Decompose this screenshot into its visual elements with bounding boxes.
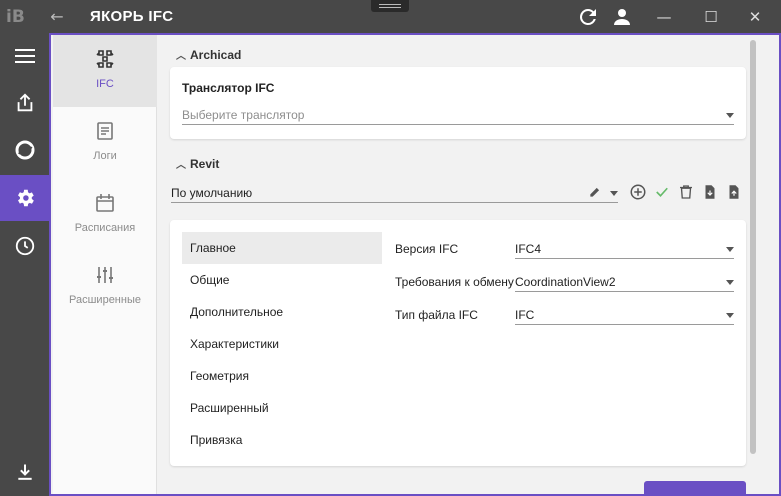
ifc-icon: [96, 50, 114, 68]
primary-action-button[interactable]: [644, 481, 746, 496]
chevron-down-icon: [726, 113, 734, 118]
pencil-icon[interactable]: [588, 185, 602, 199]
minimize-button[interactable]: —: [652, 6, 676, 28]
menu-item-additional[interactable]: Дополнительное: [182, 296, 382, 328]
rail-history[interactable]: [0, 223, 49, 269]
chevron-down-icon: [726, 280, 734, 285]
ifc-file-type-value: IFC: [515, 308, 535, 322]
back-arrow-icon[interactable]: ←: [46, 6, 68, 28]
document-icon: [97, 122, 113, 140]
ifc-file-type-label: Тип файла IFC: [395, 308, 478, 322]
settings-tabs: IFC Логи Расписания Расширенные: [53, 35, 157, 494]
clock-icon: [15, 236, 34, 256]
rail-share[interactable]: [0, 80, 49, 126]
preset-value: По умолчанию: [171, 186, 253, 200]
tab-logs[interactable]: Логи: [53, 107, 157, 179]
close-button[interactable]: ✕: [743, 6, 767, 28]
archicad-card: Транслятор IFC Выберите транслятор: [170, 67, 746, 139]
revit-section-title: Revit: [190, 157, 220, 171]
exchange-requirements-label: Требования к обмену: [395, 275, 514, 289]
chevron-up-icon: ︿: [176, 51, 186, 62]
chevron-down-icon: [610, 191, 618, 196]
tab-schedules-label: Расписания: [74, 222, 136, 234]
check-icon[interactable]: [653, 183, 671, 201]
gear-icon: [17, 189, 34, 207]
chevron-down-icon: [726, 313, 734, 318]
exchange-requirements-select[interactable]: CoordinationView2: [515, 272, 734, 292]
drag-handle[interactable]: [371, 0, 409, 12]
tab-advanced[interactable]: Расширенные: [53, 251, 157, 323]
download-icon: [17, 464, 32, 480]
tab-advanced-label: Расширенные: [69, 294, 141, 306]
exchange-requirements-value: CoordinationView2: [515, 275, 616, 289]
translator-placeholder: Выберите транслятор: [182, 108, 305, 122]
rail-settings[interactable]: [0, 175, 49, 221]
app-logo: iB: [6, 7, 25, 27]
menu-item-properties[interactable]: Характеристики: [182, 328, 382, 360]
rail-download[interactable]: [0, 449, 49, 495]
sliders-icon: [97, 267, 113, 283]
add-preset-icon[interactable]: [629, 183, 647, 201]
nav-rail: [0, 33, 49, 496]
rail-ring[interactable]: [0, 127, 49, 173]
menu-icon: [14, 49, 35, 63]
menu-item-extended[interactable]: Расширенный: [182, 392, 382, 424]
ifc-version-value: IFC4: [515, 242, 542, 256]
menu-item-general[interactable]: Общие: [182, 264, 382, 296]
menu-item-main[interactable]: Главное: [182, 232, 382, 264]
user-icon[interactable]: [610, 5, 634, 29]
preset-select[interactable]: По умолчанию: [171, 183, 618, 203]
calendar-icon: [96, 194, 114, 212]
translator-select[interactable]: Выберите транслятор: [182, 105, 734, 125]
archicad-section-title: Archicad: [190, 48, 242, 62]
import-file-icon[interactable]: [701, 183, 719, 201]
translator-title: Транслятор IFC: [182, 81, 275, 95]
ring-icon: [15, 140, 34, 160]
menu-item-binding[interactable]: Привязка: [182, 424, 382, 456]
tab-logs-label: Логи: [93, 150, 117, 162]
ifc-version-label: Версия IFC: [395, 242, 459, 256]
app-title: ЯКОРЬ IFC: [90, 8, 174, 25]
refresh-icon[interactable]: [576, 5, 600, 29]
ifc-version-select[interactable]: IFC4: [515, 239, 734, 259]
title-bar: iB ← ЯКОРЬ IFC — ☐ ✕: [0, 0, 781, 33]
revit-section-toggle[interactable]: ︿ Revit: [176, 156, 219, 171]
tab-schedules[interactable]: Расписания: [53, 179, 157, 251]
tab-ifc[interactable]: IFC: [53, 35, 157, 107]
ifc-file-type-select[interactable]: IFC: [515, 305, 734, 325]
scrollbar[interactable]: [750, 40, 756, 454]
share-icon: [17, 93, 32, 112]
chevron-up-icon: ︿: [176, 160, 186, 171]
maximize-button[interactable]: ☐: [699, 6, 723, 28]
trash-icon[interactable]: [677, 183, 695, 201]
chevron-down-icon: [726, 247, 734, 252]
menu-item-geometry[interactable]: Геометрия: [182, 360, 382, 392]
archicad-section-toggle[interactable]: ︿ Archicad: [176, 47, 241, 62]
rail-menu[interactable]: [0, 33, 49, 79]
tab-ifc-label: IFC: [96, 78, 114, 90]
export-file-icon[interactable]: [725, 183, 743, 201]
